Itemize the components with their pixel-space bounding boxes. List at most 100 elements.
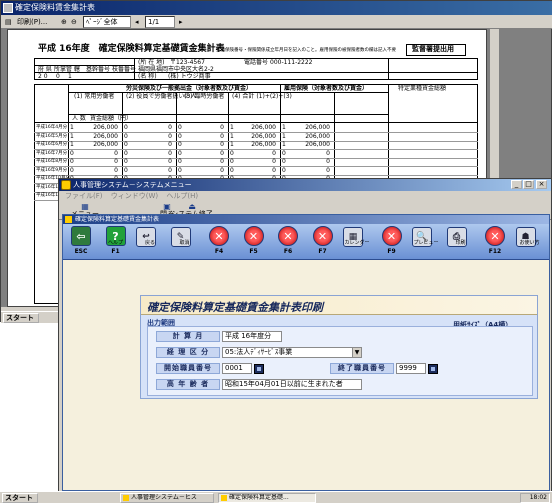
start-staff-field[interactable]: 0001 (222, 363, 252, 374)
print-button[interactable]: 印刷(P)... (17, 16, 47, 28)
fkey-label: F9 (387, 248, 396, 255)
fkey-caption: ヘルプ (107, 240, 123, 246)
header-cell-base: 基幹番号 (86, 66, 111, 73)
menu-window[interactable]: ウィンドウ(W) (111, 192, 158, 200)
fkey-cancel-button[interactable]: ✎取消F3 (170, 226, 199, 258)
table-cell: 1 (230, 124, 234, 131)
taskbar-item-hr-system[interactable]: 人事管理システム－ヒス (120, 493, 214, 503)
f4-icon: ✕ (209, 226, 229, 246)
table-cell: 0 (124, 149, 128, 157)
fkey-escape-button[interactable]: ⇦ ESC (67, 226, 95, 258)
page-indicator[interactable]: 1/1 (145, 16, 175, 28)
f7-icon: ✕ (312, 226, 333, 246)
table-cell: 0 (282, 149, 286, 157)
fkey-preview-button[interactable]: 🔍プレビューF10 (412, 226, 440, 258)
app-icon (61, 180, 71, 190)
table-cell: 0 (168, 141, 172, 148)
fkey-caption: 戻る (144, 240, 155, 246)
print-preview-titlebar[interactable]: 確定保険料賃金集計表 (1, 1, 552, 15)
minimize-button[interactable]: _ (511, 180, 522, 189)
table-cell: 1 (70, 141, 74, 148)
maximize-button[interactable]: □ (523, 180, 534, 189)
taskbar-item-report[interactable]: 確定保険料算定基礎... (218, 493, 316, 503)
table-cell: 0 (272, 166, 276, 174)
start-button-bg[interactable]: スタート (3, 313, 39, 323)
fkey-caption: お使い方 (519, 240, 540, 246)
report-print-window: 確定保険料算定基礎賃金集計表 ⇦ESC?ヘルプF1↩戻るF2✎取消F3✕F4✕F… (62, 214, 550, 491)
app-icon (221, 495, 227, 501)
main-window-title: 人事管理システム－システムメニュー (73, 181, 192, 189)
fkey-label: F6 (283, 248, 293, 255)
fkey-help-button[interactable]: ? ヘルプ F1 (102, 226, 130, 258)
fkey-f4-button[interactable]: ✕ F4 (205, 226, 233, 258)
table-cell: 0 (168, 149, 172, 157)
table-cell: 0 (220, 158, 224, 165)
table-cell: 0 (220, 141, 224, 148)
fkey-f6-button[interactable]: ✕ F6 (274, 226, 302, 258)
accounting-type-select[interactable]: 05:法人ﾃﾞｨｻｰﾋﾞｽ事業 ▼ (222, 347, 362, 358)
close-button[interactable]: × (536, 180, 547, 189)
elderly-field[interactable]: 昭和15年04月01日以前に生まれた者 (222, 379, 362, 390)
f5-icon: ✕ (243, 226, 264, 246)
printer-icon[interactable]: ▤ (5, 16, 15, 28)
fkey-f9-button[interactable]: ✕ F9 (378, 226, 406, 258)
report-print-title: 確定保険料算定基礎賃金集計表 (75, 216, 160, 223)
company-name: (株) トウジ商事 (168, 73, 211, 80)
table-cell: 0 (178, 158, 182, 165)
fkey-f5-button[interactable]: ✕ F5 (240, 226, 268, 258)
fkey-label: ESC (74, 248, 88, 255)
fkey-caption: 取消 (179, 240, 190, 246)
right-note: 特定業種賃金総額 (398, 85, 447, 92)
table-cell: 0 (326, 166, 330, 174)
form-icon (65, 216, 72, 223)
fkey-f7-button[interactable]: ✕ F7 (309, 226, 337, 258)
table-cell: 0 (326, 158, 330, 165)
table-cell: 0 (114, 166, 118, 174)
next-page-icon[interactable]: ▸ (179, 16, 183, 28)
menu-help[interactable]: ヘルプ(H) (166, 192, 198, 200)
table-cell: 0 (178, 124, 182, 131)
table-cell: 0 (220, 166, 224, 174)
table-cell: 206,000 (251, 132, 276, 140)
period-field[interactable]: 平成 16年度分 (222, 331, 282, 342)
table-cell: 1 (230, 132, 234, 140)
f12-icon: ✕ (485, 226, 505, 246)
fkey-f12-button[interactable]: ✕ F12 (481, 226, 509, 258)
table-cell: 0 (168, 132, 172, 140)
stamp-label: 監督署提出用 (412, 45, 454, 53)
menu-file[interactable]: ファイル(F) (65, 192, 103, 200)
header-cell-pref: 府 県 (38, 66, 52, 73)
zoom-select[interactable]: ﾍﾟｰｼﾞ全体 (83, 16, 131, 28)
zoom-out-icon[interactable]: ⊖ (71, 16, 77, 28)
section-employment: 雇用保険（対象者数及び賃金） (284, 85, 369, 92)
table-cell: 0 (70, 166, 74, 174)
chevron-down-icon[interactable]: ▼ (352, 348, 361, 357)
table-cell: 206,000 (305, 132, 330, 140)
fkey-guide-button[interactable]: ☗ お使い方 (515, 226, 544, 258)
main-titlebar[interactable]: 人事管理システム－システムメニュー _ □ × (59, 179, 551, 191)
report-note: 労働保険番号・保険関係成立年月日を記入のこと。雇用保険の被保険者数の欄は記入不要 (216, 48, 396, 53)
elderly-label: 高 年 齢 者 (156, 379, 220, 390)
report-print-titlebar[interactable]: 確定保険料算定基礎賃金集計表 (63, 215, 549, 224)
end-staff-field[interactable]: 9999 (396, 363, 426, 374)
fkey-back-button[interactable]: ↩戻るF2 (136, 226, 164, 258)
month-label: 平成16年4月分 (36, 125, 68, 130)
app-icon (3, 3, 13, 13)
end-staff-lookup-icon[interactable] (428, 364, 438, 374)
table-cell: 0 (124, 166, 128, 174)
table-cell: 0 (178, 141, 182, 148)
zoom-in-icon[interactable]: ⊕ (61, 16, 67, 28)
fkey-label: F7 (318, 248, 327, 255)
table-cell: 0 (168, 158, 172, 165)
table-cell: 0 (230, 166, 234, 174)
table-cell: 0 (124, 158, 128, 165)
company-address: 福岡県福岡市中央区大名2-2 (138, 66, 214, 73)
fkey-print-button[interactable]: ⎙印刷F11 (446, 226, 475, 258)
report-title: 平成 16年度 確定保険料算定基礎賃金集計表 (38, 44, 225, 54)
table-cell: 0 (272, 149, 276, 157)
fkey-calendar-button[interactable]: ▦カレンダーF8 (343, 226, 371, 258)
prev-page-icon[interactable]: ◂ (135, 16, 139, 28)
start-staff-lookup-icon[interactable] (254, 364, 264, 374)
start-button[interactable]: スタート (2, 493, 38, 503)
month-label: 平成16年8月分 (36, 159, 68, 164)
